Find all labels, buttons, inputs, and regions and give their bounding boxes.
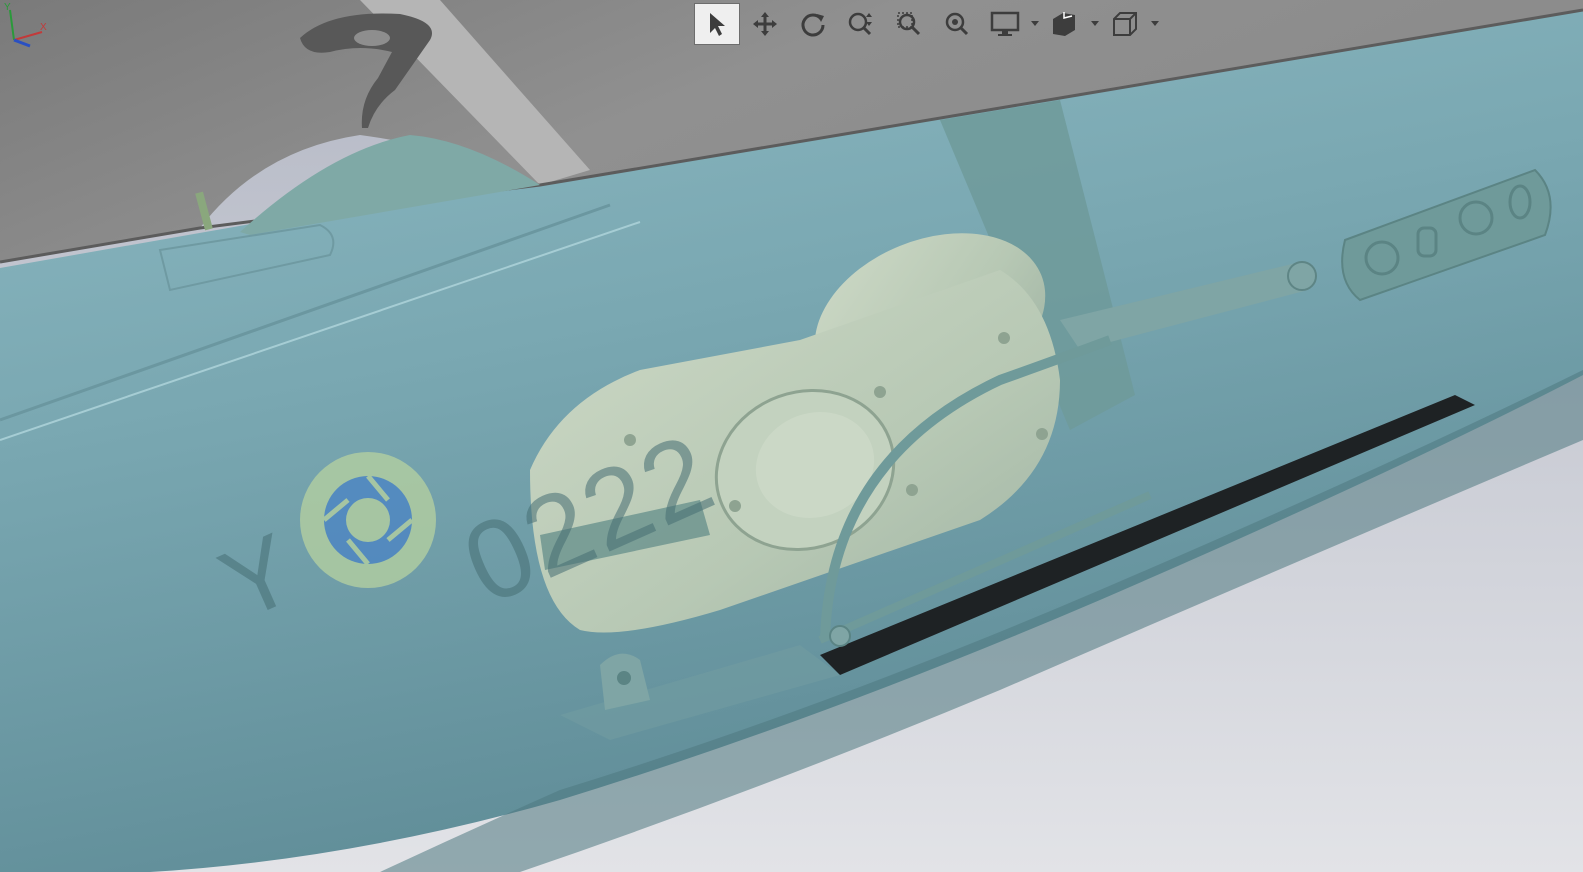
section-view-icon xyxy=(1053,12,1075,36)
zoom-fit-icon xyxy=(945,12,969,36)
model-canvas[interactable] xyxy=(0,0,1583,872)
rotate-icon xyxy=(801,13,825,37)
section-view-dropdown[interactable] xyxy=(1090,3,1100,45)
view-orientation-button[interactable] xyxy=(1102,3,1148,45)
chevron-down-icon xyxy=(1151,21,1159,26)
section-view-button[interactable] xyxy=(1042,3,1088,45)
triad-y-label: Y xyxy=(4,2,11,13)
mount-hole xyxy=(617,671,631,685)
chevron-down-icon xyxy=(1091,21,1099,26)
move-arrows-icon xyxy=(753,12,777,36)
zoom-in-out-icon xyxy=(848,12,872,36)
screw xyxy=(906,484,918,496)
triad-x-label: X xyxy=(40,22,47,33)
screw xyxy=(1036,428,1048,440)
watermark-logo xyxy=(300,452,436,588)
zoom-to-area-button[interactable] xyxy=(886,3,932,45)
arm-rod-end xyxy=(1287,261,1317,291)
screw xyxy=(874,386,886,398)
arrow-cursor-icon xyxy=(710,13,725,36)
zoom-area-icon xyxy=(897,12,921,36)
zoom-to-fit-button[interactable] xyxy=(934,3,980,45)
screw xyxy=(998,332,1010,344)
heads-up-view-toolbar xyxy=(694,2,1160,46)
zoom-in-out-button[interactable] xyxy=(838,3,884,45)
rotate-button[interactable] xyxy=(790,3,836,45)
cad-3d-viewport[interactable]: Y 0222 Y X xyxy=(0,0,1583,872)
screw xyxy=(729,500,741,512)
display-style-button[interactable] xyxy=(982,3,1028,45)
coordinate-triad: Y X xyxy=(4,2,47,48)
pan-button[interactable] xyxy=(742,3,788,45)
lower-rod-end xyxy=(829,625,851,647)
display-style-dropdown[interactable] xyxy=(1030,3,1040,45)
select-button[interactable] xyxy=(694,3,740,45)
cube-icon xyxy=(1113,12,1137,36)
monitor-icon xyxy=(990,11,1020,36)
view-orientation-dropdown[interactable] xyxy=(1150,3,1160,45)
chevron-down-icon xyxy=(1031,21,1039,26)
tow-hook-hole xyxy=(354,30,390,46)
